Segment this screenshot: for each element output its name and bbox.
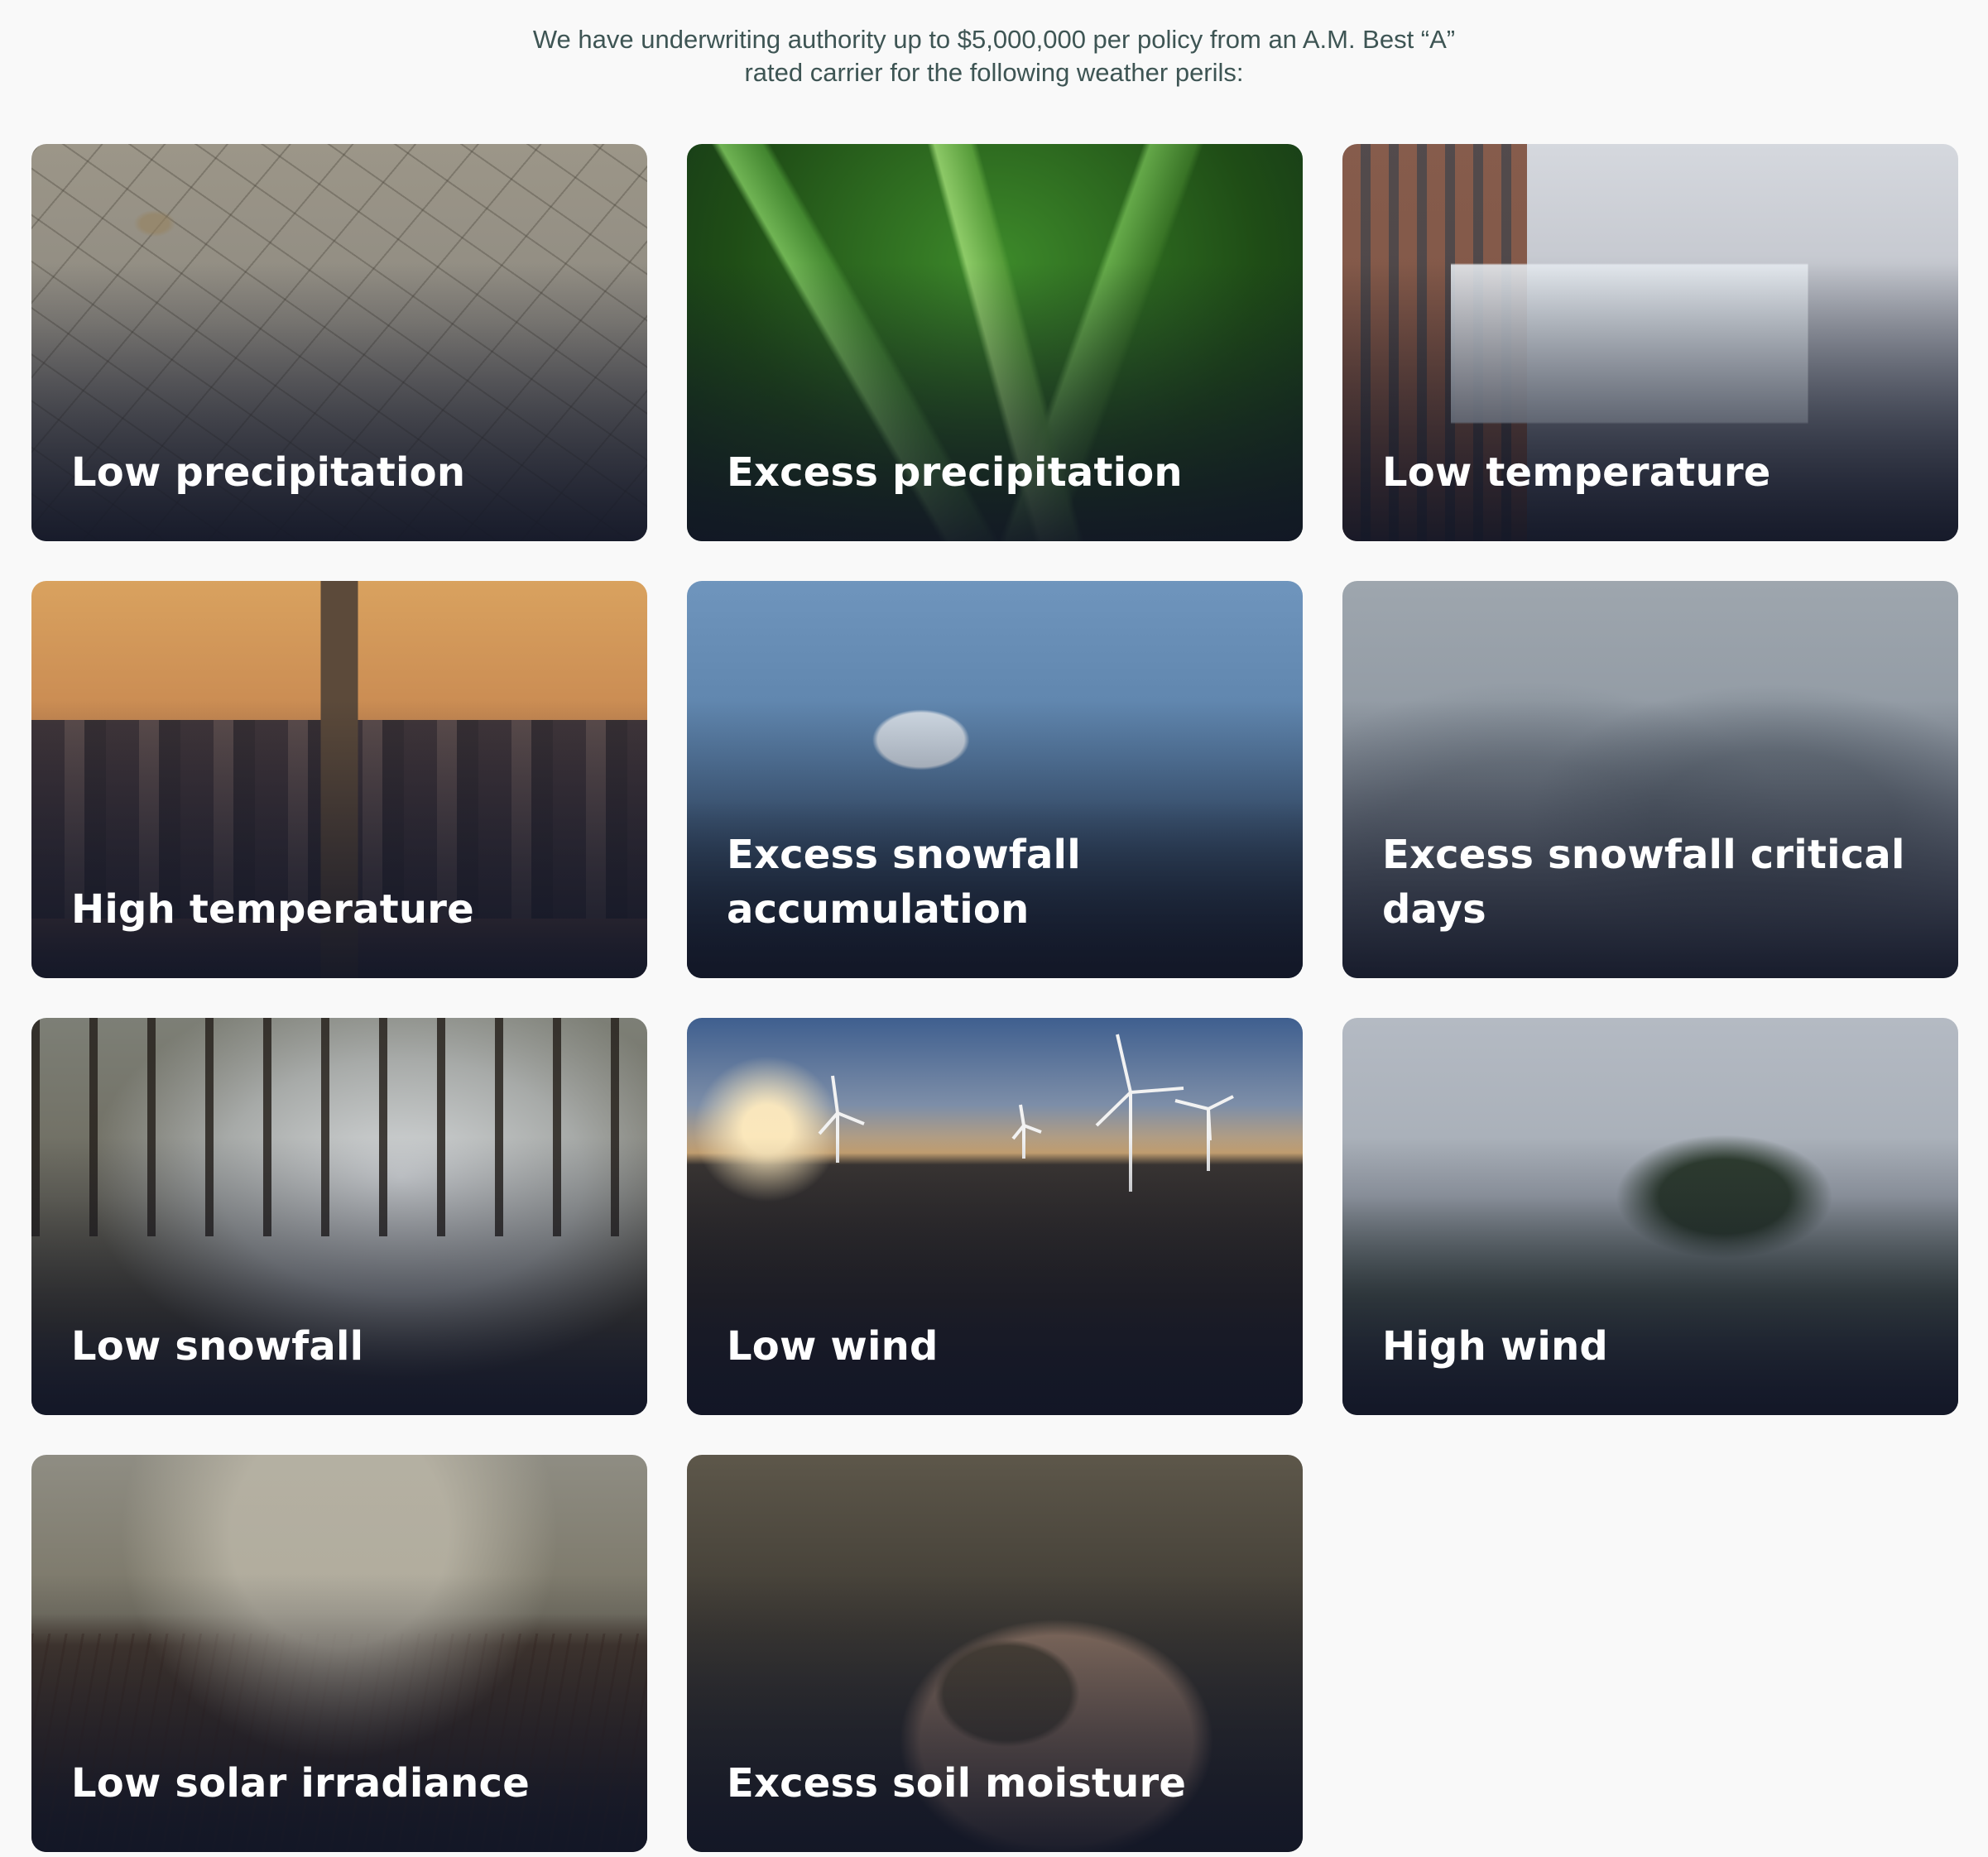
- peril-card-excess-precipitation[interactable]: Excess precipitation: [687, 144, 1303, 541]
- peril-title: Excess snowfall critical days: [1382, 832, 1905, 933]
- peril-title: Excess soil moisture: [727, 1760, 1187, 1807]
- peril-card-excess-snowfall-critical-days[interactable]: Excess snowfall critical days: [1342, 581, 1958, 978]
- peril-title: Excess precipitation: [727, 449, 1183, 496]
- peril-card-high-wind[interactable]: High wind: [1342, 1018, 1958, 1415]
- intro-line-2: rated carrier for the following weather …: [744, 58, 1244, 87]
- peril-card-high-temperature[interactable]: High temperature: [31, 581, 647, 978]
- peril-card-low-precipitation[interactable]: Low precipitation: [31, 144, 647, 541]
- peril-card-low-temperature[interactable]: Low temperature: [1342, 144, 1958, 541]
- peril-title: Low wind: [727, 1323, 939, 1370]
- peril-card-excess-soil-moisture[interactable]: Excess soil moisture: [687, 1455, 1303, 1852]
- peril-title: High temperature: [71, 886, 474, 933]
- peril-card-low-solar-irradiance[interactable]: Low solar irradiance: [31, 1455, 647, 1852]
- peril-card-excess-snowfall-accumulation[interactable]: Excess snowfall accumulation: [687, 581, 1303, 978]
- intro-line-1: We have underwriting authority up to $5,…: [532, 25, 1456, 54]
- peril-title: Low solar irradiance: [71, 1760, 530, 1807]
- peril-title: Low snowfall: [71, 1323, 364, 1370]
- peril-card-low-snowfall[interactable]: Low snowfall: [31, 1018, 647, 1415]
- peril-title: High wind: [1382, 1323, 1608, 1370]
- perils-grid: Low precipitation Excess precipitation L…: [31, 144, 1958, 1852]
- intro-text: We have underwriting authority up to $5,…: [0, 23, 1988, 89]
- peril-title: Low temperature: [1382, 449, 1771, 496]
- peril-card-low-wind[interactable]: Low wind: [687, 1018, 1303, 1415]
- peril-title: Excess snowfall accumulation: [727, 832, 1081, 933]
- peril-title: Low precipitation: [71, 449, 466, 496]
